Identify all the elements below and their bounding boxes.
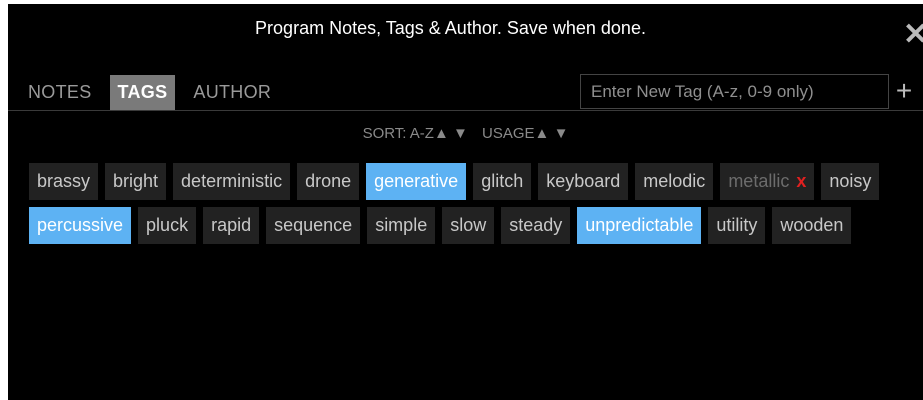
tag-chip[interactable]: generative: [366, 163, 467, 200]
tag-chip[interactable]: sequence: [266, 207, 361, 244]
tag-chip[interactable]: percussive: [29, 207, 132, 244]
tag-chip[interactable]: glitch: [473, 163, 532, 200]
tag-label: steady: [509, 215, 563, 235]
tag-label: melodic: [643, 171, 706, 191]
tag-chip[interactable]: pluck: [138, 207, 197, 244]
tag-label: glitch: [481, 171, 524, 191]
remove-tag-icon[interactable]: x: [796, 171, 806, 191]
tag-label: simple: [375, 215, 428, 235]
sort-usage-ascending-icon[interactable]: ▲: [535, 125, 550, 142]
sort-az-descending-icon[interactable]: ▼: [453, 125, 468, 142]
new-tag-input[interactable]: [580, 74, 889, 109]
tag-label: bright: [113, 171, 159, 191]
program-notes-dialog: Program Notes, Tags & Author. Save when …: [8, 4, 923, 400]
sort-usage-label: USAGE: [482, 125, 535, 142]
tab-bar: NOTES TAGS AUTHOR: [20, 75, 289, 110]
sort-bar: SORT: A-Z▲ ▼ USAGE▲ ▼: [8, 124, 923, 144]
tag-chip[interactable]: noisy: [821, 163, 880, 200]
tab-notes[interactable]: NOTES: [20, 75, 100, 110]
tag-chip[interactable]: rapid: [203, 207, 260, 244]
tag-chip[interactable]: metallic x: [720, 163, 815, 200]
tag-label: rapid: [211, 215, 252, 235]
tag-label: utility: [716, 215, 758, 235]
sort-az-label: SORT: A-Z: [362, 125, 434, 142]
tag-label: generative: [374, 171, 459, 191]
tag-label: wooden: [780, 215, 844, 235]
tab-divider: [8, 110, 923, 111]
tag-label: percussive: [37, 215, 124, 235]
tag-label: keyboard: [546, 171, 621, 191]
tag-chip[interactable]: slow: [442, 207, 495, 244]
tag-label: deterministic: [181, 171, 283, 191]
close-icon[interactable]: ✕: [903, 22, 923, 48]
tag-chip[interactable]: simple: [367, 207, 436, 244]
tag-label: noisy: [829, 171, 872, 191]
tag-chip[interactable]: keyboard: [538, 163, 629, 200]
tag-label: drone: [305, 171, 352, 191]
tag-chip[interactable]: deterministic: [173, 163, 291, 200]
tab-author[interactable]: AUTHOR: [185, 75, 279, 110]
tag-label: sequence: [274, 215, 353, 235]
tag-chip[interactable]: brassy: [29, 163, 99, 200]
sort-az-ascending-icon[interactable]: ▲: [434, 125, 449, 142]
tag-chip[interactable]: bright: [105, 163, 167, 200]
tag-chip[interactable]: utility: [708, 207, 766, 244]
tag-chip[interactable]: drone: [297, 163, 360, 200]
tag-label: pluck: [146, 215, 189, 235]
dialog-title: Program Notes, Tags & Author. Save when …: [255, 18, 646, 38]
tag-chip[interactable]: wooden: [772, 207, 852, 244]
tag-chip[interactable]: steady: [501, 207, 571, 244]
tag-chip[interactable]: unpredictable: [577, 207, 702, 244]
tag-list: brassy bright deterministic drone generative…: [29, 163, 909, 244]
tab-tags[interactable]: TAGS: [109, 75, 176, 110]
add-tag-button[interactable]: +: [892, 74, 916, 109]
tag-label: metallic: [728, 171, 790, 191]
tag-label: unpredictable: [585, 215, 694, 235]
tag-label: slow: [450, 215, 487, 235]
sort-usage-descending-icon[interactable]: ▼: [554, 125, 569, 142]
tag-chip[interactable]: melodic: [635, 163, 714, 200]
tag-label: brassy: [37, 171, 91, 191]
